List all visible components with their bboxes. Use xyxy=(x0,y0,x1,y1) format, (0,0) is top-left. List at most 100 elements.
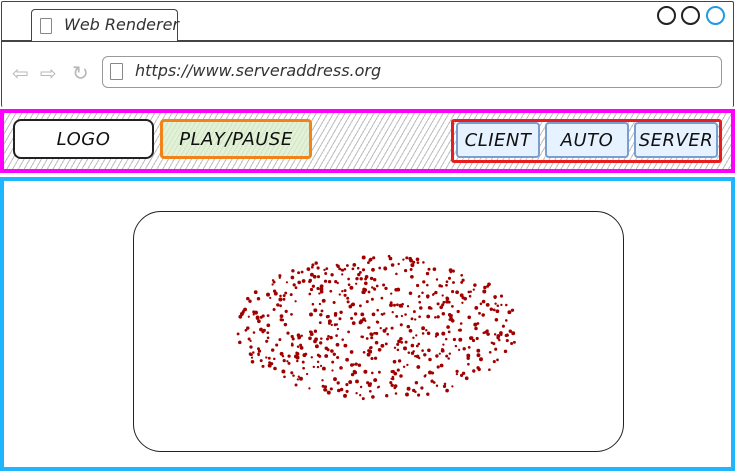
particle xyxy=(409,268,413,271)
particle xyxy=(512,340,516,344)
particle xyxy=(352,263,357,267)
particle xyxy=(475,336,479,341)
play-pause-button[interactable]: PLAY/PAUSE xyxy=(160,119,312,159)
particle xyxy=(367,290,371,294)
particle xyxy=(253,290,258,295)
particle xyxy=(410,343,415,348)
particle xyxy=(468,294,472,298)
particle xyxy=(347,283,351,287)
particle xyxy=(295,351,300,356)
particle xyxy=(305,372,309,376)
particle xyxy=(395,314,399,318)
particle xyxy=(361,255,366,260)
particle xyxy=(359,394,362,397)
minimize-button[interactable] xyxy=(657,6,676,25)
server-mode-button[interactable]: SERVER xyxy=(634,122,718,158)
particle xyxy=(430,307,433,310)
particle xyxy=(377,385,381,388)
close-button[interactable] xyxy=(706,6,725,25)
particle xyxy=(321,366,326,371)
particle xyxy=(488,368,491,372)
client-mode-button[interactable]: CLIENT xyxy=(456,122,540,158)
particle xyxy=(423,374,427,378)
particle xyxy=(426,294,430,298)
maximize-button[interactable] xyxy=(681,6,700,25)
particle xyxy=(319,341,323,345)
particle xyxy=(353,312,358,316)
particle xyxy=(399,374,403,378)
url-text[interactable]: https://www.serveraddress.org xyxy=(135,61,381,80)
particle xyxy=(406,324,411,329)
forward-icon[interactable]: ⇨ xyxy=(40,61,57,85)
particle xyxy=(313,329,318,333)
particle xyxy=(438,284,442,288)
particle xyxy=(297,375,300,378)
particle xyxy=(376,320,380,324)
particle xyxy=(457,348,461,352)
particle xyxy=(404,313,407,316)
particle xyxy=(421,326,426,331)
particle xyxy=(389,381,393,385)
browser-tab[interactable]: Web Renderer xyxy=(31,9,179,41)
particle xyxy=(300,270,304,274)
particle xyxy=(435,384,439,387)
particle xyxy=(357,363,362,367)
particle xyxy=(367,383,372,388)
particle xyxy=(252,331,256,334)
particle xyxy=(266,323,271,328)
particle xyxy=(336,381,340,385)
particle xyxy=(394,288,398,292)
particle xyxy=(343,293,347,297)
particle xyxy=(389,303,393,308)
particle xyxy=(348,380,353,385)
particle xyxy=(450,318,455,323)
particle xyxy=(410,263,415,268)
particle xyxy=(314,261,318,265)
particle xyxy=(345,389,349,393)
particle xyxy=(323,279,328,283)
particle xyxy=(338,293,341,296)
particle xyxy=(281,369,286,374)
particle xyxy=(331,360,335,364)
particle xyxy=(445,296,450,301)
particle xyxy=(279,318,283,322)
particle xyxy=(343,267,347,271)
particle xyxy=(473,323,477,327)
particle xyxy=(266,331,270,335)
particle xyxy=(408,291,413,296)
address-bar[interactable]: https://www.serveraddress.org xyxy=(102,56,722,88)
particle xyxy=(486,284,490,288)
particle xyxy=(249,353,253,357)
particle xyxy=(422,280,426,284)
particle xyxy=(362,317,366,322)
particle xyxy=(365,300,369,304)
particle xyxy=(460,273,464,277)
particle xyxy=(504,319,508,322)
particle xyxy=(320,309,324,313)
particle xyxy=(325,267,329,270)
logo-button[interactable]: LOGO xyxy=(13,119,154,159)
particle xyxy=(427,267,431,271)
particle xyxy=(368,389,372,393)
particle xyxy=(428,357,432,362)
particle xyxy=(242,309,245,313)
particle xyxy=(461,371,466,375)
particle xyxy=(406,363,409,367)
auto-mode-button[interactable]: AUTO xyxy=(545,122,629,158)
particle xyxy=(427,348,431,353)
particle xyxy=(359,304,362,308)
particle xyxy=(311,302,315,306)
particle xyxy=(332,352,336,356)
particle xyxy=(326,390,331,395)
refresh-icon[interactable]: ↻ xyxy=(72,61,89,85)
particle xyxy=(415,257,420,262)
particle xyxy=(412,260,416,264)
particle xyxy=(406,386,411,391)
particle-cloud xyxy=(236,254,516,401)
back-icon[interactable]: ⇦ xyxy=(12,61,29,85)
particle xyxy=(415,334,418,337)
particle xyxy=(370,356,374,361)
particle xyxy=(319,313,323,317)
particle xyxy=(396,342,400,346)
particle xyxy=(486,332,490,336)
